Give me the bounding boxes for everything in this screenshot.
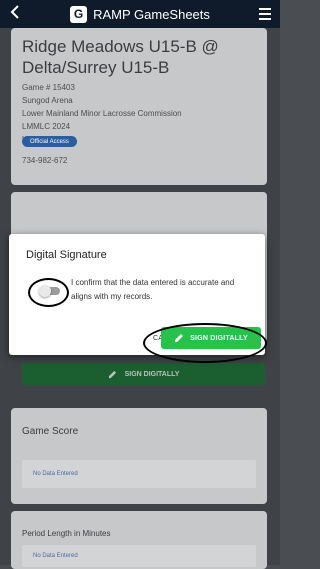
annotation-circle-toggle — [28, 278, 69, 307]
sign-digitally-label-background: SIGN DIGITALLY — [124, 370, 180, 378]
game-phone: 734-982-672 — [22, 156, 68, 165]
app-logo: G — [70, 5, 88, 23]
pencil-icon — [108, 370, 116, 378]
league-name: LMMLC 2024 — [22, 122, 71, 131]
period-length-card: Period Length in Minutes No Data Entered — [11, 511, 267, 569]
brand: G RAMP GameSheets — [70, 5, 210, 23]
page: G RAMP GameSheets Ridge Meadows U15-B @ … — [0, 0, 280, 569]
game-number: Game # 15403 — [22, 83, 75, 92]
association-name: Lower Mainland Minor Lacrosse Commission — [22, 109, 182, 118]
sign-digitally-button-background[interactable]: SIGN DIGITALLY — [22, 363, 265, 385]
game-score-heading: Game Score — [22, 426, 79, 437]
back-button[interactable] — [0, 4, 30, 24]
menu-button[interactable] — [250, 8, 280, 20]
period-length-heading: Period Length in Minutes — [22, 529, 111, 538]
app-title: RAMP GameSheets — [93, 6, 210, 22]
annotation-circle-sign-button — [143, 323, 267, 363]
dialog-title: Digital Signature — [26, 249, 107, 261]
chevron-left-icon — [10, 4, 19, 19]
top-app-bar: G RAMP GameSheets — [0, 0, 280, 28]
hamburger-icon — [259, 8, 271, 10]
game-score-empty: No Data Entered — [22, 460, 256, 488]
arena-name: Sungod Arena — [22, 96, 73, 105]
confirm-message: I confirm that the data entered is accur… — [71, 278, 235, 301]
game-title: Ridge Meadows U15-B @ Delta/Surrey U15-B — [22, 37, 219, 77]
period-length-empty: No Data Entered — [22, 545, 256, 567]
official-access-badge: Official Access — [22, 136, 77, 147]
game-info-card: Ridge Meadows U15-B @ Delta/Surrey U15-B… — [11, 28, 267, 185]
game-score-card: Game Score No Data Entered — [11, 408, 267, 504]
